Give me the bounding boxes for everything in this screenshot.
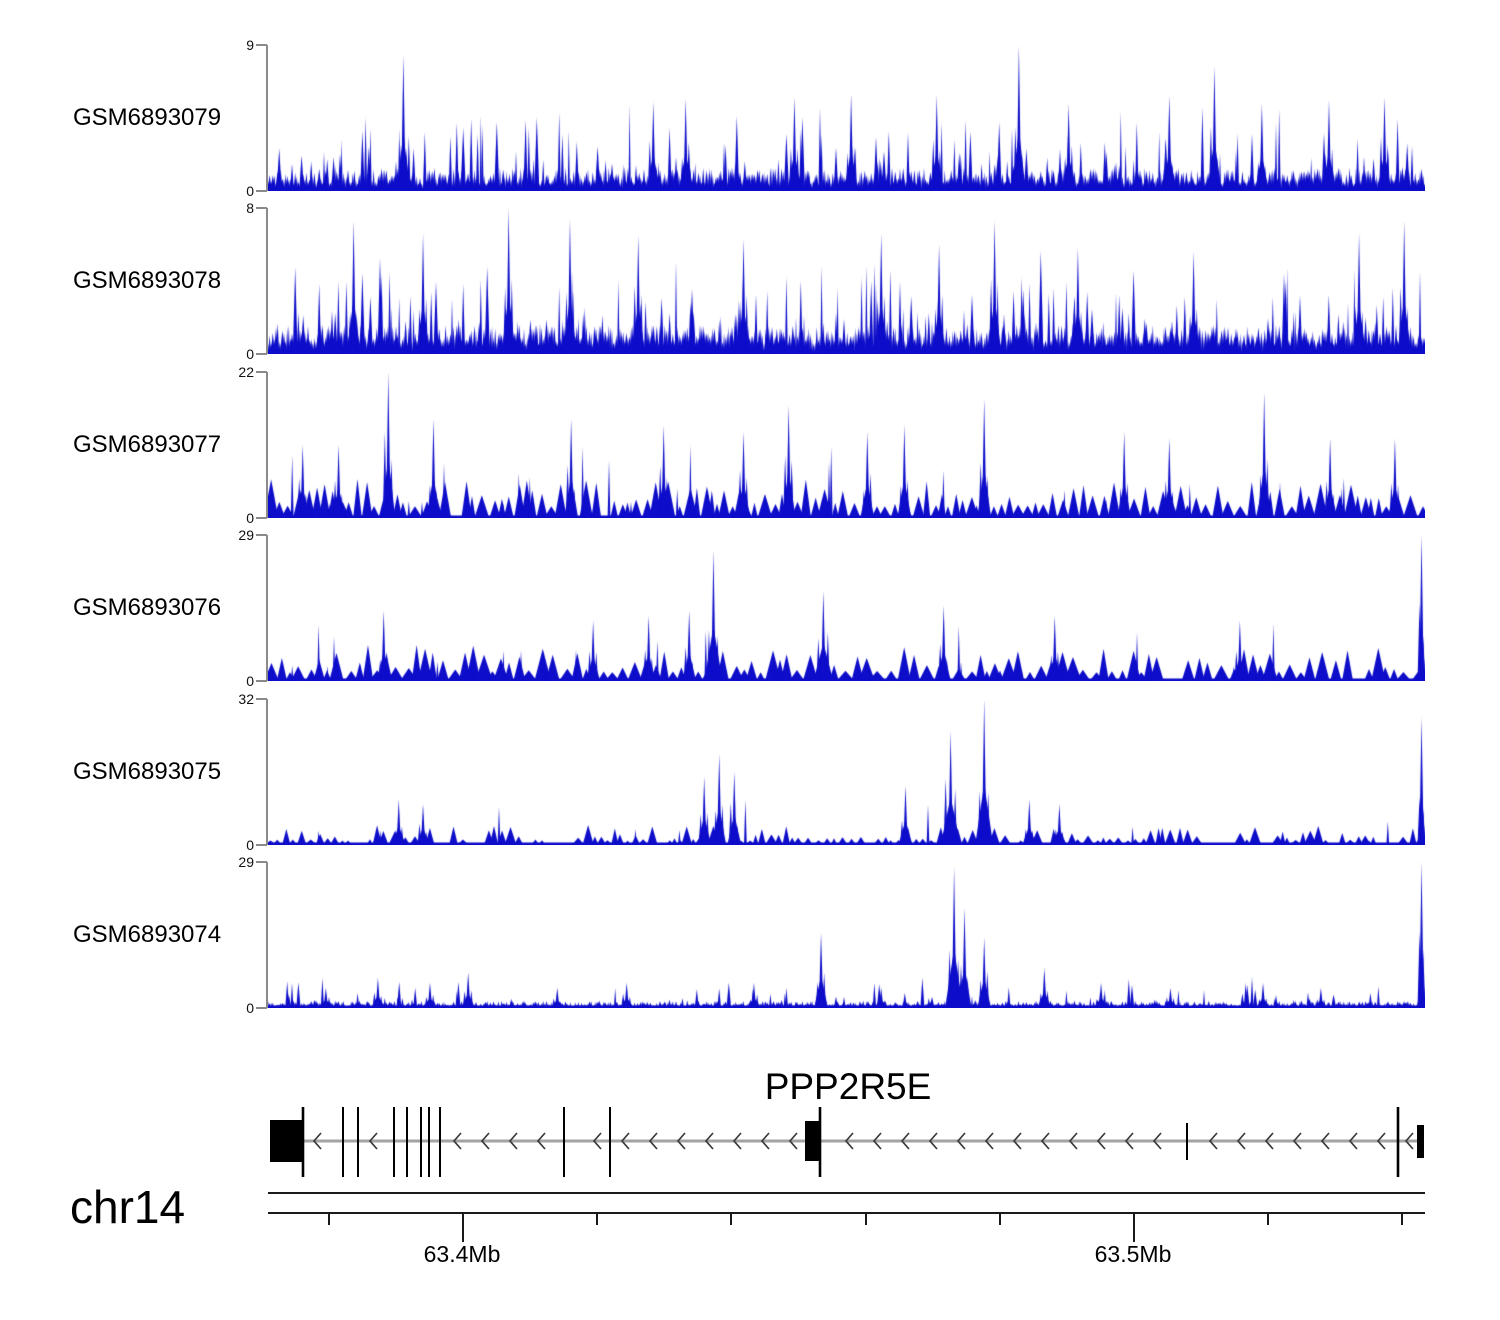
y-axis-max-label: 9 bbox=[130, 38, 254, 52]
y-axis-max-label: 32 bbox=[130, 692, 254, 706]
genome-axis: 63.4Mb 63.5Mb bbox=[268, 1213, 1425, 1273]
y-axis-min-label: 0 bbox=[130, 511, 254, 525]
coverage-track: GSM6893077 22 0 bbox=[0, 372, 1500, 518]
coverage-signal-canvas bbox=[268, 208, 1425, 354]
exon-box bbox=[270, 1120, 303, 1162]
coverage-track: GSM6893075 32 0 bbox=[0, 699, 1500, 845]
chromosome-label: chr14 bbox=[70, 1180, 185, 1234]
axis-minor-tick bbox=[1401, 1213, 1403, 1225]
y-axis-top-tick bbox=[256, 861, 267, 863]
y-axis-zero-tick bbox=[256, 1007, 267, 1009]
axis-major-tick bbox=[1133, 1213, 1135, 1242]
y-axis-top-tick bbox=[256, 698, 267, 700]
coverage-signal-canvas bbox=[268, 699, 1425, 845]
y-axis-min-label: 0 bbox=[130, 838, 254, 852]
y-axis-top-tick bbox=[256, 207, 267, 209]
track-label: GSM6893076 bbox=[73, 594, 253, 622]
coverage-track: GSM6893078 8 0 bbox=[0, 208, 1500, 354]
axis-minor-tick bbox=[596, 1213, 598, 1225]
coverage-signal-canvas bbox=[268, 372, 1425, 518]
gene-model-svg bbox=[268, 1060, 1426, 1190]
y-axis-max-label: 29 bbox=[130, 528, 254, 542]
y-axis-zero-tick bbox=[256, 844, 267, 846]
axis-tick-label: 63.4Mb bbox=[392, 1241, 532, 1268]
y-axis-zero-tick bbox=[256, 353, 267, 355]
exon-box bbox=[1417, 1125, 1424, 1158]
track-label: GSM6893078 bbox=[73, 267, 253, 295]
axis-minor-tick bbox=[999, 1213, 1001, 1225]
y-axis-max-label: 22 bbox=[130, 365, 254, 379]
coverage-signal-canvas bbox=[268, 862, 1425, 1008]
axis-major-tick bbox=[462, 1213, 464, 1242]
axis-tick-label: 63.5Mb bbox=[1063, 1241, 1203, 1268]
coverage-signal-canvas bbox=[268, 535, 1425, 681]
track-label: GSM6893074 bbox=[73, 921, 253, 949]
y-axis-zero-tick bbox=[256, 190, 267, 192]
y-axis-top-tick bbox=[256, 534, 267, 536]
y-axis-top-tick bbox=[256, 371, 267, 373]
genome-browser-figure: GSM6893079 9 0 GSM6893078 8 0 GSM6893077… bbox=[0, 0, 1500, 1320]
y-axis-min-label: 0 bbox=[130, 184, 254, 198]
track-label: GSM6893077 bbox=[73, 431, 253, 459]
y-axis-min-label: 0 bbox=[130, 674, 254, 688]
axis-minor-tick bbox=[328, 1213, 330, 1225]
coverage-track: GSM6893079 9 0 bbox=[0, 45, 1500, 191]
y-axis-top-tick bbox=[256, 44, 267, 46]
coverage-signal-canvas bbox=[268, 45, 1425, 191]
track-label: GSM6893079 bbox=[73, 104, 253, 132]
y-axis-max-label: 8 bbox=[130, 201, 254, 215]
y-axis-zero-tick bbox=[256, 517, 267, 519]
y-axis-min-label: 0 bbox=[130, 1001, 254, 1015]
region-line bbox=[268, 1192, 1425, 1194]
y-axis-max-label: 29 bbox=[130, 855, 254, 869]
axis-minor-tick bbox=[865, 1213, 867, 1225]
coverage-track: GSM6893076 29 0 bbox=[0, 535, 1500, 681]
track-label: GSM6893075 bbox=[73, 758, 253, 786]
axis-minor-tick bbox=[1267, 1213, 1269, 1225]
y-axis-min-label: 0 bbox=[130, 347, 254, 361]
axis-minor-tick bbox=[730, 1213, 732, 1225]
exon-box bbox=[805, 1121, 820, 1161]
coverage-track: GSM6893074 29 0 bbox=[0, 862, 1500, 1008]
y-axis-zero-tick bbox=[256, 680, 267, 682]
